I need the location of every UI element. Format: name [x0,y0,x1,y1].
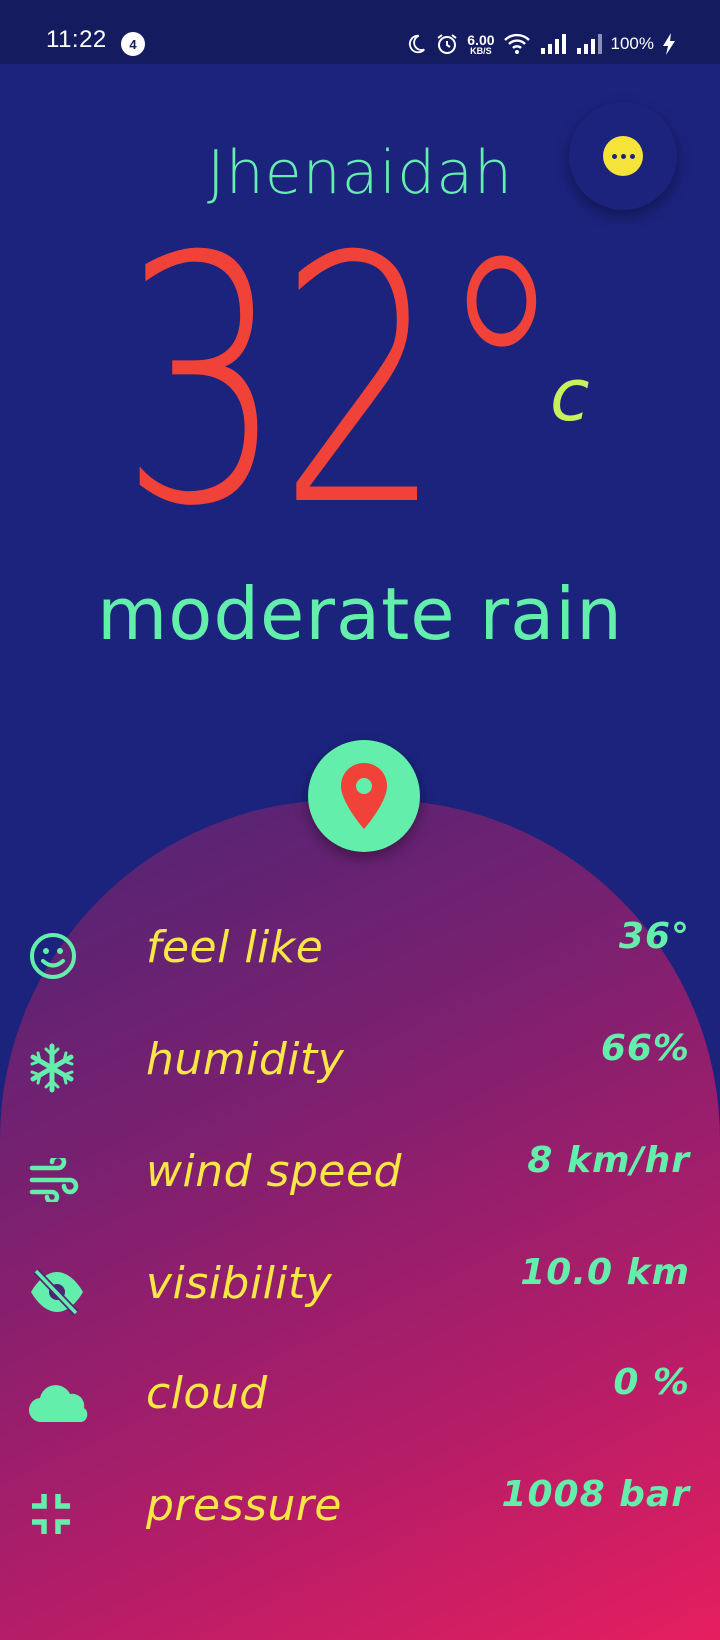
detail-label: cloud [146,1368,268,1419]
detail-value: 36° [618,916,690,957]
detail-label: visibility [146,1258,333,1309]
detail-label: wind speed [146,1146,402,1197]
eye-off-icon [28,1262,92,1322]
detail-row-humidity: humidity 66% [0,1028,720,1108]
map-pin-icon [341,763,387,829]
detail-label: humidity [146,1034,345,1085]
detail-value: 0 % [613,1362,690,1403]
detail-row-cloud: cloud 0 % [0,1362,720,1442]
temperature-value: 32° [120,185,560,560]
weather-condition: moderate rain [97,572,623,656]
temperature-unit: c [550,353,590,437]
wind-icon [28,1150,92,1210]
compress-icon [28,1484,92,1544]
detail-value: 8 km/hr [527,1140,690,1181]
detail-label: pressure [146,1480,342,1531]
detail-value: 66% [600,1028,690,1069]
cloud-icon [28,1372,92,1432]
location-button[interactable] [308,740,420,852]
detail-row-wind-speed: wind speed 8 km/hr [0,1140,720,1220]
snowflake-icon [28,1038,92,1098]
detail-row-feel-like: feel like 36° [0,916,720,996]
detail-value: 10.0 km [520,1252,690,1293]
detail-label: feel like [146,922,324,973]
detail-row-visibility: visibility 10.0 km [0,1252,720,1332]
temperature-display: 32° c [120,185,590,560]
detail-value: 1008 bar [501,1474,690,1515]
detail-row-pressure: pressure 1008 bar [0,1474,720,1554]
smile-icon [28,926,92,986]
